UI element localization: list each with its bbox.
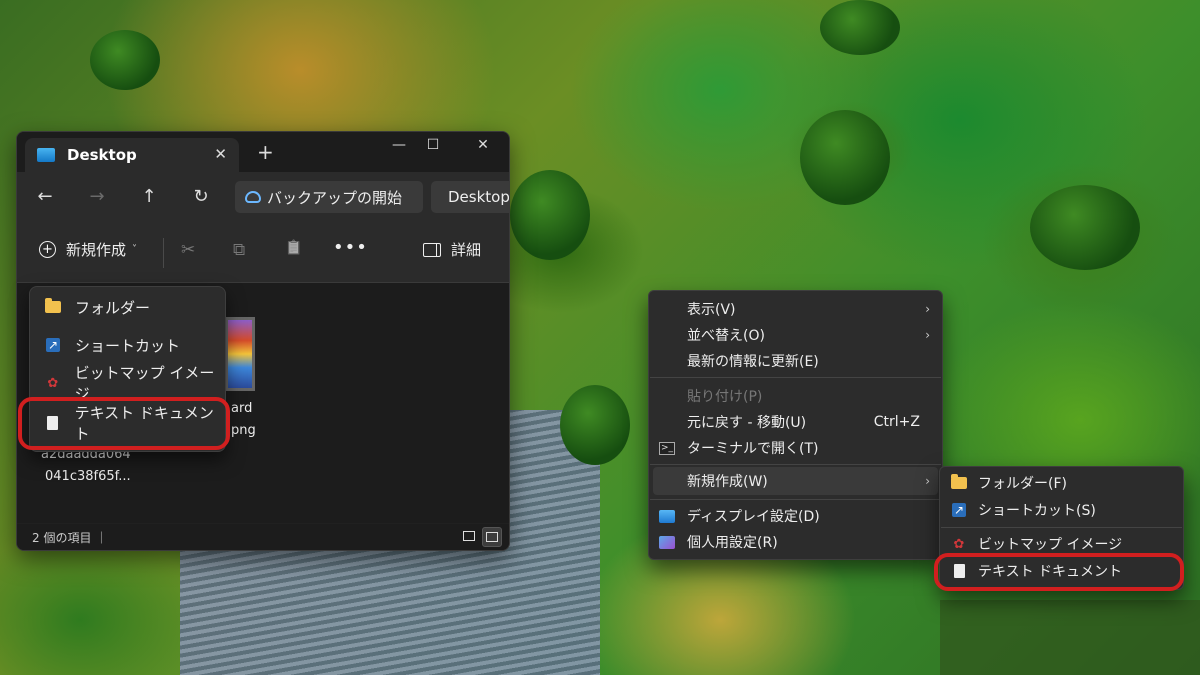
- ctx-item-label: 並べ替え(O): [687, 328, 765, 344]
- list-view-icon: [463, 531, 475, 541]
- ctx-item-label: 新規作成(W): [687, 474, 768, 490]
- new-menu-item-folder[interactable]: フォルダー: [30, 289, 225, 325]
- chevron-right-icon: ›: [925, 474, 930, 488]
- submenu-item-folder[interactable]: フォルダー(F): [940, 470, 1183, 496]
- address-bar[interactable]: Desktop: [431, 181, 509, 213]
- file-name-line: 041c38f65f...: [45, 469, 131, 484]
- folder-icon: [45, 298, 61, 313]
- ctx-item-label: 貼り付け(P): [687, 389, 763, 405]
- menu-divider: [941, 527, 1182, 528]
- submenu-item-shortcut[interactable]: ↗ ショートカット(S): [940, 497, 1183, 523]
- new-menu-item-bitmap[interactable]: ✿ ビットマップ イメージ: [30, 364, 225, 403]
- close-button[interactable]: ✕: [460, 137, 506, 153]
- backup-label: バックアップの開始: [267, 188, 403, 207]
- item-count: 2 個の項目 ｜: [32, 531, 108, 545]
- plus-circle-icon: +: [39, 241, 56, 258]
- details-label: 詳細: [451, 241, 482, 259]
- copy-icon[interactable]: ⧉: [233, 240, 245, 260]
- ctx-item-label: 個人用設定(R): [687, 535, 778, 551]
- new-menu-item-shortcut[interactable]: ↗ ショートカット: [30, 327, 225, 363]
- tab-title: Desktop: [67, 146, 137, 164]
- ctx-item-label: 元に戻す - 移動(U): [687, 415, 807, 431]
- start-backup-button[interactable]: バックアップの開始: [235, 181, 423, 213]
- maximize-button[interactable]: ☐: [410, 137, 456, 153]
- image-file-thumbnail[interactable]: [225, 317, 255, 391]
- tile-view-icon: [486, 532, 498, 542]
- highlight-ring: [934, 553, 1184, 591]
- wallpaper-tree: [800, 110, 890, 205]
- ctx-item-label: 最新の情報に更新(E): [687, 354, 819, 370]
- chevron-down-icon: ˅: [132, 244, 138, 255]
- details-pane-icon: [423, 242, 441, 257]
- file-name-line: png: [231, 423, 256, 438]
- ctx-item-undo-move[interactable]: 元に戻す - 移動(U) Ctrl+Z: [649, 409, 942, 435]
- toolbar-divider: [163, 238, 164, 268]
- submenu-item-label: ショートカット(S): [978, 503, 1096, 519]
- new-button-label: 新規作成: [66, 241, 127, 259]
- wallpaper-tree: [820, 0, 900, 55]
- submenu-item-label: フォルダー(F): [978, 476, 1067, 492]
- new-button[interactable]: + 新規作成 ˅: [39, 239, 137, 260]
- cut-icon[interactable]: ✂: [181, 240, 195, 260]
- ctx-item-open-terminal[interactable]: >_ ターミナルで開く(T): [649, 435, 942, 461]
- paste-icon[interactable]: 📋: [285, 240, 302, 256]
- menu-divider: [650, 499, 941, 500]
- shortcut-hint: Ctrl+Z: [873, 414, 920, 430]
- menu-divider: [650, 464, 941, 465]
- ctx-item-paste[interactable]: 貼り付け(P): [649, 383, 942, 409]
- personalize-icon: [659, 535, 675, 549]
- command-bar: + 新規作成 ˅ ✂ ⧉ 📋 ••• 詳細: [17, 222, 509, 283]
- bitmap-icon: ✿: [953, 536, 965, 552]
- cloud-backup-icon: [245, 191, 261, 203]
- bitmap-icon: ✿: [47, 375, 59, 391]
- refresh-icon[interactable]: ↻: [187, 184, 215, 210]
- desktop-folder-icon: [37, 148, 55, 162]
- folder-icon: [951, 474, 967, 489]
- up-arrow-icon[interactable]: ↑: [135, 184, 163, 210]
- ctx-item-label: 表示(V): [687, 302, 736, 318]
- display-icon: [659, 509, 675, 523]
- ctx-item-refresh[interactable]: 最新の情報に更新(E): [649, 348, 942, 374]
- ctx-item-personalize[interactable]: 個人用設定(R): [649, 529, 942, 555]
- more-options-icon[interactable]: •••: [333, 237, 368, 258]
- new-tab-button[interactable]: +: [257, 142, 274, 162]
- details-view-button[interactable]: [459, 527, 479, 547]
- ctx-item-label: ターミナルで開く(T): [687, 441, 819, 457]
- file-name-line: ard: [231, 401, 253, 416]
- tab-close-icon[interactable]: ✕: [214, 145, 227, 163]
- wallpaper-tree: [1030, 185, 1140, 270]
- ctx-item-new[interactable]: 新規作成(W) ›: [649, 468, 942, 494]
- wallpaper-field-dark: [940, 600, 1200, 675]
- terminal-icon: >_: [659, 441, 675, 455]
- ctx-item-label: ディスプレイ設定(D): [687, 509, 820, 525]
- chevron-right-icon: ›: [925, 328, 930, 342]
- details-button[interactable]: 詳細: [423, 239, 481, 260]
- wallpaper-tree: [90, 30, 160, 90]
- ctx-item-display-settings[interactable]: ディスプレイ設定(D): [649, 503, 942, 529]
- menu-item-label: フォルダー: [75, 298, 151, 317]
- shortcut-icon: ↗: [46, 338, 60, 352]
- title-bar: Desktop ✕ + — ☐ ✕: [17, 132, 509, 172]
- chevron-right-icon: ›: [925, 302, 930, 316]
- menu-divider: [650, 377, 941, 378]
- ctx-item-sort[interactable]: 並べ替え(O) ›: [649, 322, 942, 348]
- tab-desktop[interactable]: Desktop ✕: [25, 138, 239, 172]
- highlight-ring: [18, 397, 230, 450]
- navigation-bar: ← → ↑ ↻ バックアップの開始 Desktop: [17, 172, 509, 222]
- shortcut-icon: ↗: [952, 503, 966, 517]
- submenu-item-label: ビットマップ イメージ: [978, 537, 1123, 553]
- desktop-context-menu: 表示(V) › 並べ替え(O) › 最新の情報に更新(E) 貼り付け(P) 元に…: [648, 290, 943, 560]
- back-arrow-icon[interactable]: ←: [31, 184, 59, 210]
- wallpaper-tree: [560, 385, 630, 465]
- wallpaper-tree: [510, 170, 590, 260]
- ctx-item-view[interactable]: 表示(V) ›: [649, 296, 942, 322]
- status-bar: 2 個の項目 ｜: [17, 524, 509, 550]
- large-icons-view-button[interactable]: [482, 527, 502, 547]
- menu-item-label: ショートカット: [75, 336, 181, 355]
- forward-arrow-icon[interactable]: →: [83, 184, 111, 210]
